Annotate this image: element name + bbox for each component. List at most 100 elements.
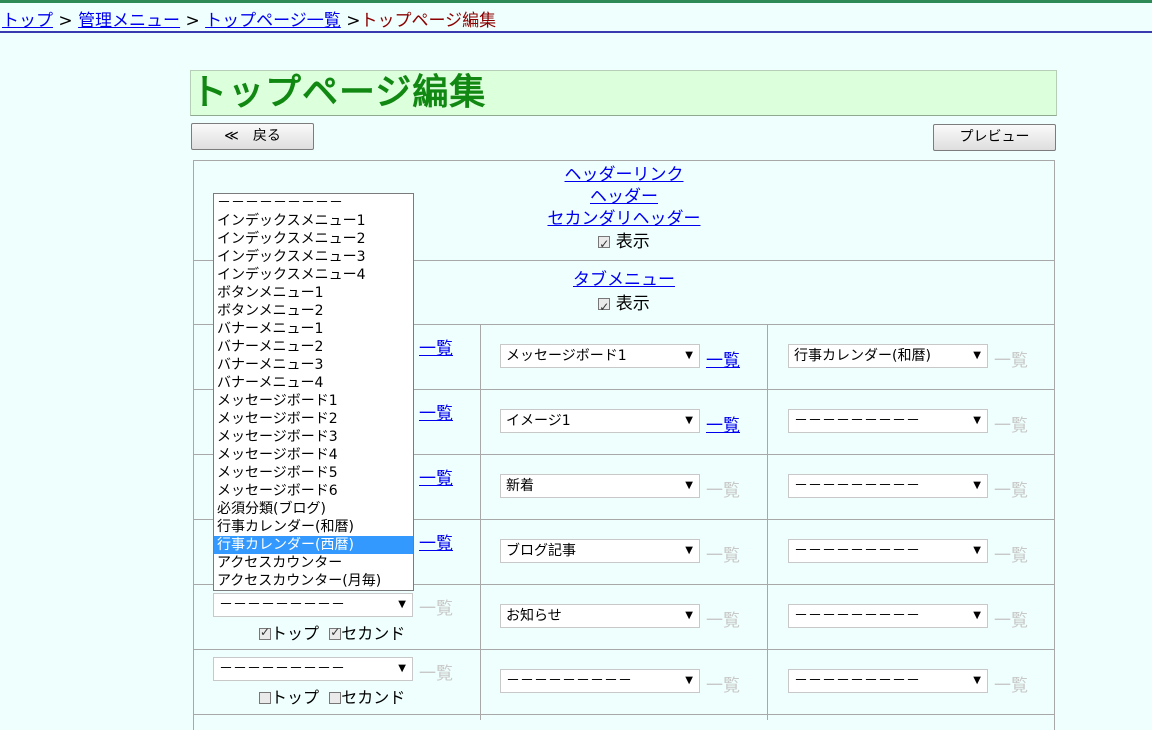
left-select-6[interactable]: －－－－－－－－－ ▼ [213, 657, 413, 681]
breadcrumb: トップ > 管理メニュー > トップページ一覧 >トップページ編集 [0, 0, 1152, 33]
mid-select-4-value: ブログ記事 [506, 543, 576, 559]
dropdown-list[interactable]: －－－－－－－－－ インデックスメニュー1 インデックスメニュー2 インデックスメニュ… [213, 193, 414, 591]
header-link[interactable]: ヘッダー [590, 187, 658, 207]
dropdown-option[interactable]: インデックスメニュー1 [214, 212, 413, 230]
dropdown-option[interactable]: ボタンメニュー1 [214, 284, 413, 302]
dropdown-option[interactable]: アクセスカウンター [214, 554, 413, 572]
left-list-link-2[interactable]: 一覧 [419, 399, 453, 424]
chevron-down-icon: ▼ [685, 675, 693, 686]
tab-menu-link[interactable]: タブメニュー [573, 270, 675, 290]
row-6-checkboxes: トップ セカンド [259, 684, 405, 708]
dropdown-option[interactable]: バナーメニュー3 [214, 356, 413, 374]
right-select-4[interactable]: －－－－－－－－－ ▼ [788, 539, 988, 563]
second-checkbox-6[interactable] [329, 692, 342, 704]
mid-select-3-value: 新着 [506, 478, 534, 494]
chevron-down-icon: ▼ [973, 415, 981, 426]
chevron-down-icon: ▼ [973, 610, 981, 621]
column-divider [480, 324, 481, 720]
left-select-5[interactable]: －－－－－－－－－ ▼ [213, 593, 413, 617]
left-select-6-value: －－－－－－－－－ [219, 661, 345, 677]
tab-display-label: 表示 [615, 294, 650, 314]
secondary-header-link[interactable]: セカンダリヘッダー [548, 209, 701, 229]
chevron-down-icon: ▼ [973, 350, 981, 361]
mid-select-5[interactable]: お知らせ ▼ [500, 604, 700, 628]
right-select-4-value: －－－－－－－－－ [794, 543, 920, 559]
preview-button[interactable]: プレビュー [933, 124, 1056, 151]
breadcrumb-top[interactable]: トップ [2, 11, 53, 31]
mid-select-1[interactable]: メッセージボード1 ▼ [500, 344, 700, 368]
chevron-down-icon: ▼ [973, 480, 981, 491]
breadcrumb-toppage-list[interactable]: トップページ一覧 [205, 11, 341, 31]
mid-select-6[interactable]: －－－－－－－－－ ▼ [500, 669, 700, 693]
mid-list-link-1[interactable]: 一覧 [706, 346, 740, 371]
chevron-down-icon: ▼ [685, 415, 693, 426]
dropdown-option[interactable]: メッセージボード1 [214, 392, 413, 410]
dropdown-option[interactable]: アクセスカウンター(月毎) [214, 572, 413, 590]
dropdown-option[interactable]: 行事カレンダー(西暦) [214, 536, 413, 554]
dropdown-option[interactable]: メッセージボード5 [214, 464, 413, 482]
mid-select-4[interactable]: ブログ記事 ▼ [500, 539, 700, 563]
mid-list-link-4: 一覧 [706, 546, 740, 566]
dropdown-option[interactable]: －－－－－－－－－ [214, 194, 413, 212]
breadcrumb-admin-menu[interactable]: 管理メニュー [78, 11, 180, 31]
chevron-down-icon: ▼ [973, 675, 981, 686]
dropdown-option[interactable]: インデックスメニュー3 [214, 248, 413, 266]
right-select-6-value: －－－－－－－－－ [794, 673, 920, 689]
dropdown-option[interactable]: メッセージボード4 [214, 446, 413, 464]
right-select-6[interactable]: －－－－－－－－－ ▼ [788, 669, 988, 693]
header-display-label: 表示 [615, 232, 650, 252]
right-select-1[interactable]: 行事カレンダー(和暦) ▼ [788, 344, 988, 368]
header-link-link[interactable]: ヘッダーリンク [565, 165, 684, 185]
grid-divider [193, 160, 1055, 161]
header-display-checkbox[interactable] [598, 233, 611, 255]
mid-list-link-3: 一覧 [706, 481, 740, 501]
right-list-link-3: 一覧 [994, 481, 1028, 501]
mid-select-3[interactable]: 新着 ▼ [500, 474, 700, 498]
mid-select-2-value: イメージ1 [506, 413, 571, 429]
right-list-link-2: 一覧 [994, 416, 1028, 436]
back-button[interactable]: ≪ 戻る [191, 123, 314, 150]
left-list-link-5: 一覧 [419, 599, 453, 619]
right-select-5[interactable]: －－－－－－－－－ ▼ [788, 604, 988, 628]
top-checkbox-6[interactable] [259, 692, 271, 704]
dropdown-option[interactable]: メッセージボード3 [214, 428, 413, 446]
left-list-link-1[interactable]: 一覧 [419, 334, 453, 359]
dropdown-option[interactable]: メッセージボード6 [214, 482, 413, 500]
chevron-down-icon: ▼ [685, 350, 693, 361]
chevron-down-icon: ▼ [398, 663, 406, 674]
right-select-1-value: 行事カレンダー(和暦) [794, 348, 931, 364]
dropdown-option[interactable]: バナーメニュー2 [214, 338, 413, 356]
chevron-down-icon: ▼ [398, 599, 406, 610]
second-checkbox-5[interactable] [329, 625, 342, 640]
right-select-2[interactable]: －－－－－－－－－ ▼ [788, 409, 988, 433]
mid-list-link-2[interactable]: 一覧 [706, 411, 740, 436]
dropdown-option[interactable]: ボタンメニュー2 [214, 302, 413, 320]
breadcrumb-separator: > [185, 11, 200, 31]
right-list-link-6: 一覧 [994, 676, 1028, 696]
dropdown-option[interactable]: 行事カレンダー(和暦) [214, 518, 413, 536]
mid-select-5-value: お知らせ [506, 608, 562, 624]
dropdown-option[interactable]: バナーメニュー4 [214, 374, 413, 392]
mid-select-1-value: メッセージボード1 [506, 348, 627, 364]
right-list-link-5: 一覧 [994, 611, 1028, 631]
breadcrumb-current: トップページ編集 [360, 11, 497, 31]
dropdown-option[interactable]: インデックスメニュー2 [214, 230, 413, 248]
right-list-link-4: 一覧 [994, 546, 1028, 566]
dropdown-option[interactable]: メッセージボード2 [214, 410, 413, 428]
tab-display-checkbox[interactable] [598, 295, 611, 319]
right-list-link-1: 一覧 [994, 351, 1028, 371]
chevron-down-icon: ▼ [685, 545, 693, 556]
chevron-down-icon: ▼ [685, 610, 693, 621]
left-list-link-3[interactable]: 一覧 [419, 464, 453, 489]
dropdown-option[interactable]: インデックスメニュー4 [214, 266, 413, 284]
mid-select-2[interactable]: イメージ1 ▼ [500, 409, 700, 433]
right-select-3[interactable]: －－－－－－－－－ ▼ [788, 474, 988, 498]
grid-divider [193, 714, 1055, 715]
dropdown-option[interactable]: 必須分類(ブログ) [214, 500, 413, 518]
left-list-link-4[interactable]: 一覧 [419, 529, 453, 554]
right-select-2-value: －－－－－－－－－ [794, 413, 920, 429]
top-checkbox-5[interactable] [259, 625, 271, 640]
dropdown-option[interactable]: バナーメニュー1 [214, 320, 413, 338]
right-select-3-value: －－－－－－－－－ [794, 478, 920, 494]
row-5-checkboxes: トップ セカンド [259, 620, 405, 644]
